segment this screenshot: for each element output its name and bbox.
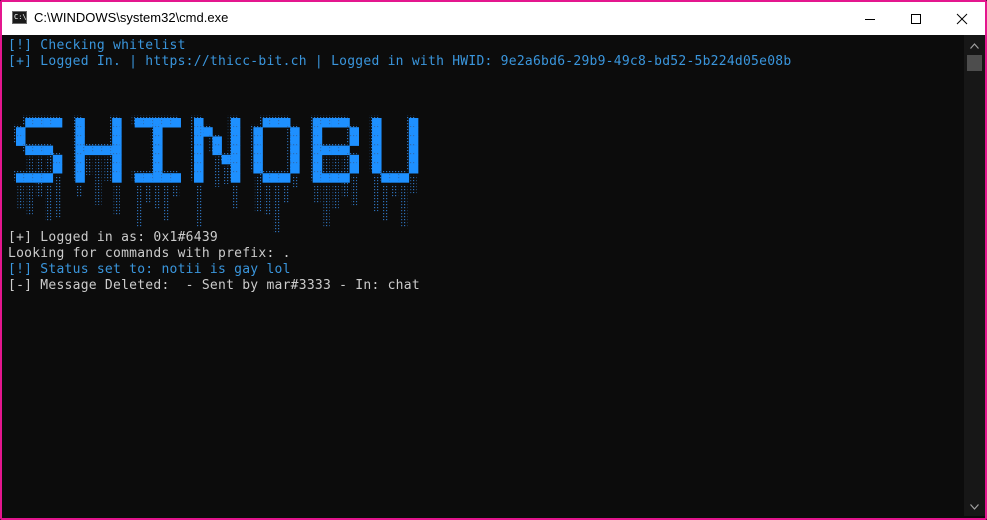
banner-drip	[86, 156, 93, 175]
banner-drip	[136, 184, 143, 227]
banner-drip	[95, 156, 102, 205]
banner-letter-cell	[349, 164, 359, 174]
banner-drip	[54, 175, 61, 218]
console-window: C:\ C:\WINDOWS\system32\cmd.exe [!] Chec…	[0, 0, 987, 520]
close-icon	[956, 13, 968, 24]
banner-drip	[195, 184, 202, 227]
console-line-login-hwid: [+] Logged In. | https://thicc-bit.ch | …	[8, 54, 792, 69]
banner-letter-cell	[194, 173, 204, 183]
banner-drip	[254, 175, 262, 212]
banner-drip	[391, 184, 399, 197]
banner-drip	[145, 184, 152, 203]
banner-letter-cell	[408, 164, 419, 174]
console-line-message-deleted: [-] Message Deleted: - Sent by mar#3333 …	[8, 278, 420, 293]
banner-drip	[113, 184, 120, 215]
scroll-up-button[interactable]	[964, 37, 985, 54]
banner-drip	[332, 156, 339, 169]
banner-letter-cell	[399, 173, 410, 183]
vertical-scrollbar[interactable]	[964, 35, 985, 516]
chevron-down-icon	[970, 503, 979, 510]
window-title: C:\WINDOWS\system32\cmd.exe	[34, 10, 229, 25]
banner-drip	[26, 184, 33, 215]
banner-drip	[323, 184, 330, 227]
console-line-whitelist: [!] Checking whitelist	[8, 38, 186, 53]
banner-letter-cell	[112, 173, 122, 183]
banner-drip	[264, 184, 271, 215]
console-line-prefix: Looking for commands with prefix: .	[8, 246, 291, 261]
banner-drip	[17, 184, 24, 209]
banner-drip	[410, 175, 417, 194]
banner-drip	[382, 184, 389, 221]
banner-drip	[232, 184, 239, 209]
scroll-down-button[interactable]	[964, 498, 985, 515]
scroll-thumb[interactable]	[967, 55, 982, 71]
minimize-icon	[865, 18, 875, 20]
banner-letter-cell	[230, 173, 241, 183]
banner-letter-cell	[280, 173, 291, 183]
close-button[interactable]	[939, 2, 985, 35]
banner-drip	[291, 175, 298, 188]
banner-letter-cell	[171, 118, 181, 128]
banner-letter-cell	[52, 118, 63, 128]
banner-letter-cell	[52, 164, 63, 174]
banner-drip	[35, 184, 43, 197]
banner-drip	[163, 184, 170, 221]
console-line-logged-in-as: [+] Logged in as: 0x1#6439	[8, 230, 218, 245]
banner-letter-cell	[75, 173, 85, 183]
banner-letter-cell	[171, 173, 181, 183]
console-output[interactable]: [!] Checking whitelist [+] Logged In. | …	[5, 35, 963, 516]
banner-drip	[332, 184, 339, 209]
title-bar[interactable]: C:\ C:\WINDOWS\system32\cmd.exe	[2, 2, 985, 35]
maximize-icon	[911, 13, 921, 24]
banner-drip	[341, 184, 348, 197]
banner-drip	[172, 184, 180, 197]
banner-drip	[282, 184, 289, 203]
banner-drip	[273, 184, 280, 233]
banner-letter-cell	[43, 173, 54, 183]
banner-drip	[45, 184, 52, 221]
banner-drip	[401, 184, 408, 227]
banner-letter-cell	[340, 173, 350, 183]
banner-drip	[351, 175, 358, 206]
cmd-icon[interactable]: C:\	[12, 11, 27, 24]
banner-drip	[76, 184, 84, 197]
banner-drip	[314, 184, 321, 203]
chevron-up-icon	[970, 42, 979, 49]
maximize-button[interactable]	[893, 2, 939, 35]
banner-drip	[154, 184, 161, 209]
banner-drip	[373, 175, 380, 212]
minimize-button[interactable]	[847, 2, 893, 35]
console-line-status: [!] Status set to: notii is gay lol	[8, 262, 291, 277]
banner-letter-cell	[290, 164, 300, 174]
banner-letter-cell	[349, 136, 359, 146]
